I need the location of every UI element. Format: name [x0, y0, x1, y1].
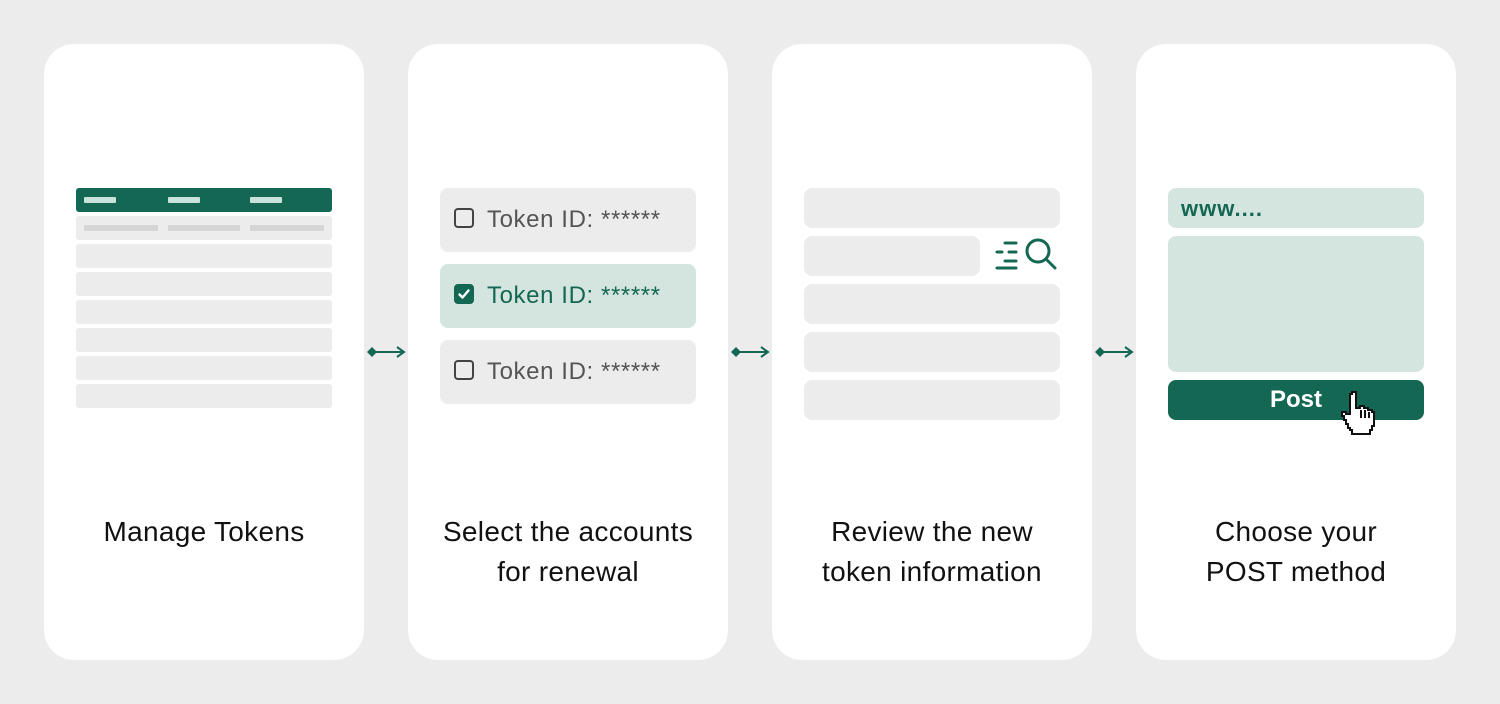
- table-row: [76, 356, 332, 380]
- step-card-review-info: Review the new token information: [772, 44, 1092, 660]
- step-card-select-accounts: Token ID: ****** Token ID: ****** Token …: [408, 44, 728, 660]
- token-item[interactable]: Token ID: ******: [440, 340, 696, 404]
- info-field: [804, 380, 1060, 420]
- step-caption: Review the new token information: [772, 512, 1092, 592]
- flow-arrow-icon: [367, 346, 406, 358]
- flow-arrow-icon: [731, 346, 770, 358]
- caption-line: for renewal: [497, 556, 639, 587]
- token-item[interactable]: Token ID: ******: [440, 188, 696, 252]
- flow-arrow-icon: [1095, 346, 1134, 358]
- search-list-icon: [995, 238, 1057, 270]
- caption-line: Review the new: [831, 516, 1033, 547]
- caption-line: Manage Tokens: [103, 516, 305, 547]
- post-button[interactable]: Post: [1168, 380, 1424, 420]
- caption-line: Select the accounts: [442, 516, 694, 547]
- table-row: [76, 384, 332, 408]
- token-label: Token ID: ******: [487, 206, 661, 233]
- caption-line: token information: [822, 556, 1042, 587]
- url-text: www....: [1181, 196, 1263, 221]
- table-subheader-row: [76, 216, 332, 240]
- token-label: Token ID: ******: [487, 282, 661, 309]
- token-item-selected[interactable]: Token ID: ******: [440, 264, 696, 328]
- info-field: [804, 188, 1060, 228]
- info-field: [804, 236, 980, 276]
- hand-cursor-icon: [1341, 391, 1375, 435]
- step-card-post-method: www.... Post Choose your POST method: [1136, 44, 1456, 660]
- table-row: [76, 272, 332, 296]
- step-caption: Choose your POST method: [1136, 512, 1456, 592]
- info-field: [804, 284, 1060, 324]
- checkbox-unchecked-icon[interactable]: [454, 360, 474, 380]
- step-caption: Select the accounts for renewal: [408, 512, 728, 592]
- table-row: [76, 244, 332, 268]
- checkbox-checked-icon[interactable]: [454, 284, 474, 304]
- checkbox-unchecked-icon[interactable]: [454, 208, 474, 228]
- table-header: [76, 188, 332, 212]
- caption-line: POST method: [1205, 556, 1387, 587]
- step-card-manage-tokens: Manage Tokens: [44, 44, 364, 660]
- table-row: [76, 328, 332, 352]
- table-row: [76, 300, 332, 324]
- caption-line: Choose your: [1214, 516, 1378, 547]
- url-field[interactable]: www....: [1168, 188, 1424, 228]
- info-field: [804, 332, 1060, 372]
- step-caption: Manage Tokens: [44, 512, 364, 552]
- token-label: Token ID: ******: [487, 358, 661, 385]
- request-body-field[interactable]: [1168, 236, 1424, 372]
